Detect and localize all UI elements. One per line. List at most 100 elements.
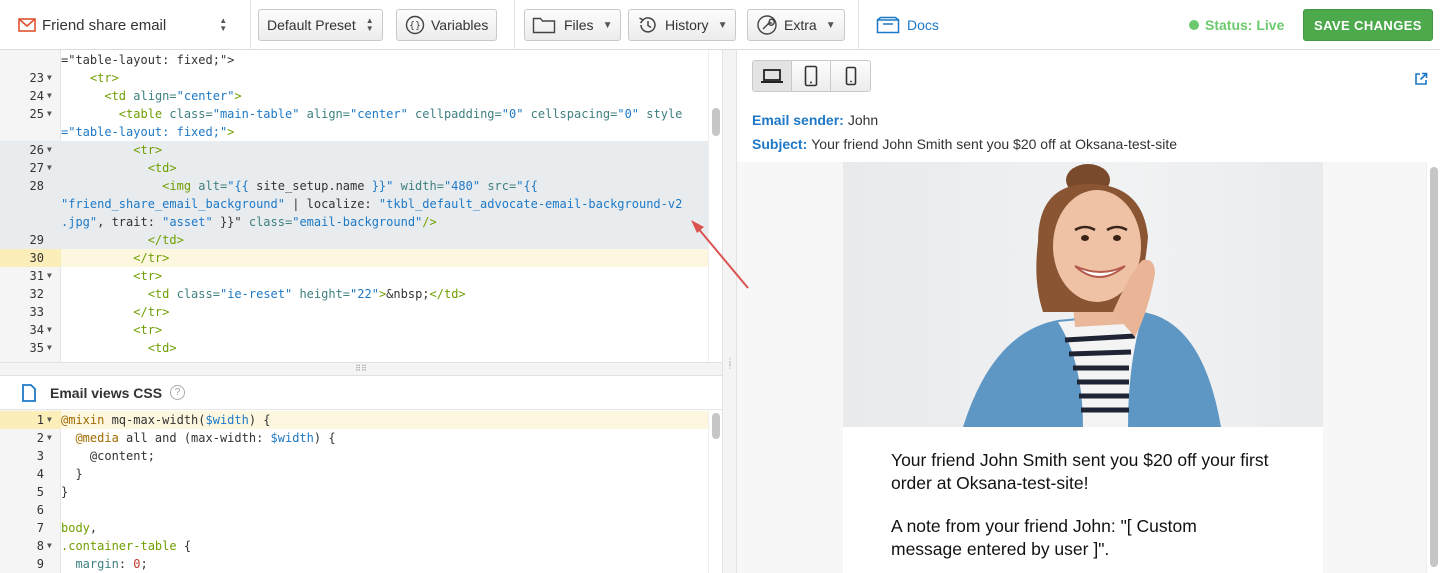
code-line[interactable]: 31 ▼ <tr> <box>0 267 708 285</box>
preset-select[interactable]: Default Preset ▲ ▼ <box>258 9 383 41</box>
code-line[interactable]: ="table-layout: fixed;"> <box>0 51 708 69</box>
code-token: ) { <box>313 431 336 445</box>
code-token: site_setup.name <box>256 179 372 193</box>
fold-arrow-icon[interactable]: ▼ <box>47 339 52 357</box>
status-live-dot <box>1189 20 1199 30</box>
code-token: "ie-reset" <box>219 287 300 301</box>
code-line[interactable]: 34 ▼ <tr> <box>0 321 708 339</box>
code-line[interactable]: 23 ▼ <tr> <box>0 69 708 87</box>
tablet-view-button[interactable] <box>792 61 831 91</box>
help-icon[interactable]: ? <box>170 385 186 400</box>
code-line[interactable]: 2 ▼ @media all and (max-width: $width) { <box>0 429 708 447</box>
history-menu-button[interactable]: History ▼ <box>628 9 737 41</box>
email-preview-panel: Email sender: John Subject: Your friend Jo… <box>737 50 1440 573</box>
files-menu-button[interactable]: Files ▼ <box>524 9 622 41</box>
code-text: @content; <box>61 447 155 465</box>
line-number: 2 <box>36 431 44 445</box>
code-text: body, <box>61 519 97 537</box>
fold-arrow-icon[interactable]: ▼ <box>47 159 52 177</box>
code-line[interactable]: 5} <box>0 483 708 501</box>
sender-label: Email sender: <box>752 112 844 128</box>
code-token: style <box>646 107 683 121</box>
fold-arrow-icon[interactable]: ▼ <box>47 69 52 87</box>
preview-scrollbar[interactable] <box>1426 162 1440 573</box>
desktop-view-button[interactable] <box>753 61 792 91</box>
variables-label: Variables <box>431 17 489 33</box>
fold-arrow-icon[interactable]: ▼ <box>47 105 52 123</box>
code-line[interactable]: 4 } <box>0 465 708 483</box>
scrollbar-thumb[interactable] <box>712 108 720 136</box>
code-line[interactable]: 29 </td> <box>0 231 708 249</box>
code-line[interactable]: 9 margin: 0; <box>0 555 708 573</box>
code-line[interactable]: 30 </tr> <box>0 249 708 267</box>
fold-arrow-icon[interactable]: ▼ <box>47 411 52 429</box>
code-token: } <box>61 467 83 481</box>
fold-arrow-icon[interactable]: ▼ <box>47 537 52 555</box>
wrench-icon <box>757 15 777 35</box>
code-line[interactable]: 7 body, <box>0 519 708 537</box>
email-note-text: A note from your friend John: "[ Custom … <box>891 516 1197 559</box>
code-line[interactable]: "friend_share_email_background" | locali… <box>0 195 708 213</box>
code-line[interactable]: 35 ▼ <td> <box>0 339 708 357</box>
code-line[interactable]: 32 <td class="ie-reset" height="22">&nbs… <box>0 285 708 303</box>
code-token: | localize: <box>292 197 379 211</box>
smiling-woman-photo <box>963 164 1221 427</box>
code-token: "email-background" <box>292 215 423 229</box>
code-line[interactable]: 27 ▼ <td> <box>0 159 708 177</box>
extra-label: Extra <box>784 17 817 33</box>
code-line[interactable]: .jpg", trait: "asset" }}" class="email-b… <box>0 213 708 231</box>
folder-icon <box>532 17 556 34</box>
code-line[interactable]: 6 <box>0 501 708 519</box>
code-token: , <box>89 521 98 535</box>
code-line[interactable]: 33 </tr> <box>0 303 708 321</box>
code-line[interactable]: 28 <img alt="{{ site_setup.name }}" widt… <box>0 177 708 195</box>
css-panel-title: Email views CSS <box>50 384 163 401</box>
code-line[interactable]: 26 ▼ <tr> <box>0 141 708 159</box>
horizontal-split-handle[interactable]: ⠿⠿ <box>0 362 722 376</box>
code-line[interactable]: ="table-layout: fixed;"> <box>0 123 708 141</box>
template-selector[interactable]: Friend share email ▲ ▼ <box>18 0 227 50</box>
code-line[interactable]: 25 ▼ <table class="main-table" align="cen… <box>0 105 708 123</box>
code-token: }}" <box>371 179 401 193</box>
html-code-editor[interactable]: ="table-layout: fixed;"> 23 ▼ <tr> 24 ▼ <td … <box>0 50 722 362</box>
scrollbar-thumb[interactable] <box>1430 167 1438 567</box>
code-token: src= <box>487 179 517 193</box>
fold-arrow-icon[interactable]: ▼ <box>47 267 52 285</box>
fold-arrow-icon[interactable]: ▼ <box>47 429 52 447</box>
code-text: @mixin mq-max-width($width) { <box>61 411 271 429</box>
code-line[interactable]: 24 ▼ <td align="center"> <box>0 87 708 105</box>
vertical-split-handle[interactable]: ⋮ ⋮ <box>722 50 737 573</box>
variables-button[interactable]: {} Variables <box>396 9 498 41</box>
save-changes-button[interactable]: SAVE CHANGES <box>1303 9 1433 41</box>
code-line[interactable]: 3 @content; <box>0 447 708 465</box>
css-code-editor[interactable]: 1 ▼ @mixin mq-max-width($width) {2 ▼ @media… <box>0 410 722 573</box>
fold-arrow-icon[interactable]: ▼ <box>47 87 52 105</box>
css-editor-scrollbar[interactable] <box>708 410 722 573</box>
code-text: "friend_share_email_background" | locali… <box>61 195 682 213</box>
code-token: &nbsp; <box>386 287 430 301</box>
code-token: <table <box>118 107 170 121</box>
code-line[interactable]: 8 ▼ .container-table { <box>0 537 708 555</box>
scrollbar-thumb[interactable] <box>712 413 720 439</box>
code-line[interactable]: 1 ▼ @mixin mq-max-width($width) { <box>0 411 708 429</box>
open-external-icon[interactable] <box>1414 72 1428 86</box>
code-token: </td> <box>147 233 184 247</box>
code-token: @mixin <box>61 413 112 427</box>
code-text: ="table-layout: fixed;"> <box>61 51 234 69</box>
fold-arrow-icon[interactable]: ▼ <box>47 321 52 339</box>
docs-link[interactable]: Docs <box>876 0 939 50</box>
html-editor-scrollbar[interactable] <box>708 50 722 362</box>
code-token: body <box>61 521 90 535</box>
email-subject-row: Subject: Your friend John Smith sent you … <box>752 136 1177 152</box>
code-text: <td> <box>61 339 177 357</box>
line-number: 23 <box>29 71 44 85</box>
mobile-view-button[interactable] <box>831 61 870 91</box>
code-token: "asset" <box>162 215 220 229</box>
fold-arrow-icon[interactable]: ▼ <box>47 141 52 159</box>
extra-menu-button[interactable]: Extra ▼ <box>747 9 845 41</box>
code-text: .container-table { <box>61 537 191 555</box>
